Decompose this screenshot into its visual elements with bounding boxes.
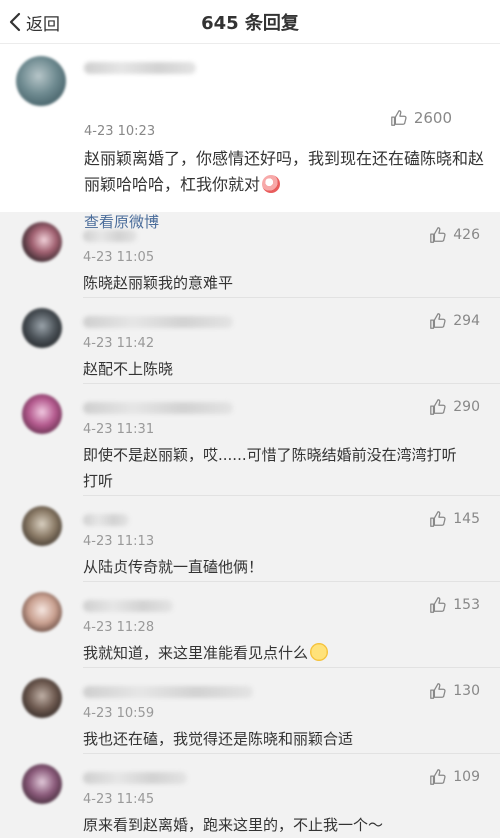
avatar[interactable] — [22, 394, 62, 434]
reply-time: 4-23 10:59 — [83, 706, 155, 721]
like-button[interactable]: 130 — [429, 682, 480, 700]
thumbs-up-icon — [430, 399, 446, 415]
top-nav-bar: 返回 645 条回复 — [0, 0, 500, 44]
thumbs-up-icon — [430, 769, 446, 785]
comment-text: 赵丽颖离婚了，你感情还好吗，我到现在还在磕陈晓和赵丽颖哈哈哈，杠我你就对 — [84, 146, 486, 198]
reply-time: 4-23 11:31 — [83, 422, 155, 437]
thumbs-up-icon — [430, 227, 446, 243]
reply-text-content: 我就知道，来这里准能看见点什么 — [83, 644, 309, 662]
comment-text-content: 赵丽颖离婚了，你感情还好吗，我到现在还在磕陈晓和赵丽颖哈哈哈，杠我你就对 — [84, 149, 485, 194]
reply-text: 我也还在磕，我觉得还是陈晓和丽颖合适 — [83, 730, 354, 748]
username-blurred[interactable] — [83, 230, 137, 242]
like-count: 2600 — [413, 109, 452, 127]
reply-text: 从陆贞传奇就一直磕他俩！ — [83, 558, 264, 576]
reply-text: 我就知道，来这里准能看见点什么 — [83, 640, 466, 666]
reply-text: 赵配不上陈晓 — [83, 360, 174, 378]
like-count: 109 — [453, 769, 480, 785]
emoji-icon — [310, 643, 329, 661]
like-count: 130 — [453, 683, 480, 699]
like-button[interactable]: 2600 — [390, 109, 452, 127]
list-item: 426 4-23 11:05 陈晓赵丽颖我的意难平 — [0, 212, 500, 298]
username-blurred[interactable] — [83, 600, 173, 612]
comment-time: 4-23 10:23 — [84, 124, 156, 139]
like-button[interactable]: 294 — [429, 312, 480, 330]
like-button[interactable]: 290 — [429, 398, 480, 416]
thumbs-up-icon — [430, 313, 446, 329]
list-item: 153 4-23 11:28 我就知道，来这里准能看见点什么 — [0, 582, 500, 668]
avatar[interactable] — [22, 764, 62, 804]
like-button[interactable]: 153 — [429, 596, 480, 614]
reply-time: 4-23 11:45 — [83, 792, 155, 807]
thumbs-up-icon — [390, 110, 407, 126]
reply-text: 陈晓赵丽颖我的意难平 — [83, 274, 234, 292]
list-item: 130 4-23 10:59 我也还在磕，我觉得还是陈晓和丽颖合适 — [0, 668, 500, 754]
avatar[interactable] — [22, 506, 62, 546]
chevron-left-icon — [9, 12, 21, 32]
emoji-icon — [262, 175, 281, 193]
avatar[interactable] — [22, 222, 62, 262]
list-item: 290 4-23 11:31 即使不是赵丽颖，哎......可惜了陈晓结婚前没在… — [0, 384, 500, 496]
username-blurred[interactable] — [83, 514, 129, 526]
list-item: 294 4-23 11:42 赵配不上陈晓 — [0, 298, 500, 384]
page-title: 645 条回复 — [201, 12, 299, 34]
thumbs-up-icon — [430, 597, 446, 613]
avatar[interactable] — [16, 56, 66, 106]
username-blurred[interactable] — [83, 772, 187, 784]
like-count: 145 — [453, 511, 480, 527]
reply-time: 4-23 11:42 — [83, 336, 155, 351]
reply-time: 4-23 11:13 — [83, 534, 155, 549]
thumbs-up-icon — [430, 683, 446, 699]
username-blurred[interactable] — [83, 686, 253, 698]
username-blurred[interactable] — [83, 316, 233, 328]
list-item: 145 4-23 11:13 从陆贞传奇就一直磕他俩！ — [0, 496, 500, 582]
main-comment: 2600 4-23 10:23 赵丽颖离婚了，你感情还好吗，我到现在还在磕陈晓和… — [0, 44, 500, 231]
like-count: 426 — [453, 227, 480, 243]
reply-time: 4-23 11:28 — [83, 620, 155, 635]
like-count: 294 — [453, 313, 480, 329]
username-blurred[interactable] — [84, 62, 196, 74]
like-button[interactable]: 109 — [429, 768, 480, 786]
back-label: 返回 — [26, 14, 60, 35]
reply-text: 即使不是赵丽颖，哎......可惜了陈晓结婚前没在湾湾打听打听 — [83, 446, 457, 490]
like-button[interactable]: 426 — [429, 226, 480, 244]
reply-text: 原来看到赵离婚，跑来这里的，不止我一个～ — [83, 816, 384, 834]
avatar[interactable] — [22, 592, 62, 632]
like-count: 153 — [453, 597, 480, 613]
list-item: 109 4-23 11:45 原来看到赵离婚，跑来这里的，不止我一个～ — [0, 754, 500, 838]
back-button[interactable]: 返回 — [8, 0, 60, 44]
username-blurred[interactable] — [83, 402, 233, 414]
thumbs-up-icon — [430, 511, 446, 527]
like-button[interactable]: 145 — [429, 510, 480, 528]
like-count: 290 — [453, 399, 480, 415]
reply-time: 4-23 11:05 — [83, 250, 155, 265]
avatar[interactable] — [22, 678, 62, 718]
avatar[interactable] — [22, 308, 62, 348]
